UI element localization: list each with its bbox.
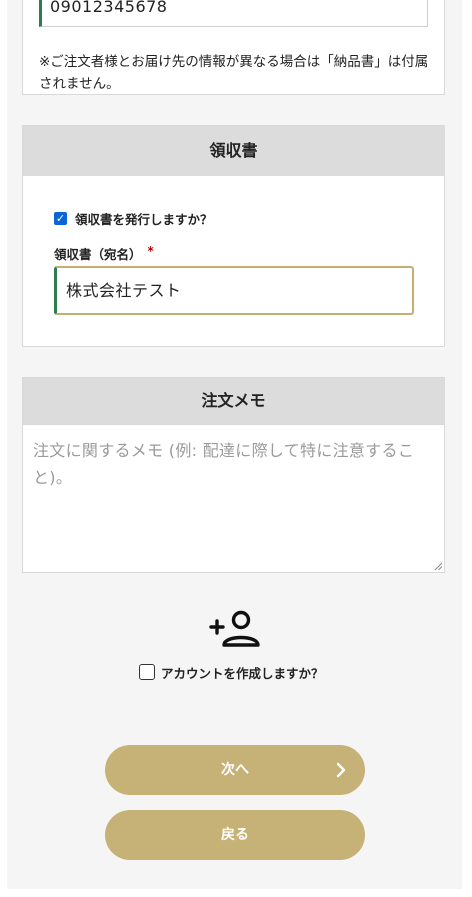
- back-button-label: 戻る: [221, 827, 249, 843]
- required-mark: *: [147, 244, 154, 258]
- back-button[interactable]: 戻る: [105, 810, 365, 860]
- order-memo-placeholder: 注文に関するメモ (例: 配達に際して特に注意すること)。: [33, 441, 415, 487]
- order-memo-textarea[interactable]: 注文に関するメモ (例: 配達に際して特に注意すること)。: [23, 424, 444, 572]
- person-add-icon: [209, 610, 260, 647]
- issue-receipt-checkbox[interactable]: ✓: [54, 211, 67, 225]
- shipping-section: 09012345678 ※ご注文者様とお届け先の情報が異なる場合は「納品書」は付…: [22, 0, 445, 95]
- addressee-label-text: 領収書（宛名）: [54, 247, 142, 262]
- addressee-label: 領収書（宛名） *: [54, 244, 154, 263]
- receipt-section: 領収書 ✓ 領収書を発行しますか？ 領収書（宛名） * 株式会社テスト: [22, 125, 445, 347]
- chevron-right-icon: [336, 762, 346, 778]
- phone-value: 09012345678: [50, 0, 168, 16]
- resize-handle-icon[interactable]: [434, 562, 442, 570]
- next-button-label: 次へ: [221, 762, 249, 778]
- receipt-heading: 領収書: [23, 126, 444, 176]
- phone-field[interactable]: 09012345678: [39, 0, 428, 27]
- order-memo-section: 注文メモ 注文に関するメモ (例: 配達に際して特に注意すること)。: [22, 377, 445, 573]
- create-account-checkbox[interactable]: [139, 664, 155, 680]
- next-button[interactable]: 次へ: [105, 745, 365, 795]
- order-memo-heading: 注文メモ: [23, 378, 444, 424]
- checkout-page: 09012345678 ※ご注文者様とお届け先の情報が異なる場合は「納品書」は付…: [7, 0, 462, 889]
- create-account-option[interactable]: アカウントを作成しますか？: [139, 662, 324, 682]
- create-account-label: アカウントを作成しますか？: [161, 665, 324, 681]
- delivery-slip-note: ※ご注文者様とお届け先の情報が異なる場合は「納品書」は付属されません。: [39, 54, 429, 92]
- issue-receipt-label: 領収書を発行しますか？: [75, 211, 213, 227]
- addressee-input[interactable]: 株式会社テスト: [54, 266, 414, 315]
- issue-receipt-option[interactable]: ✓ 領収書を発行しますか？: [54, 209, 213, 227]
